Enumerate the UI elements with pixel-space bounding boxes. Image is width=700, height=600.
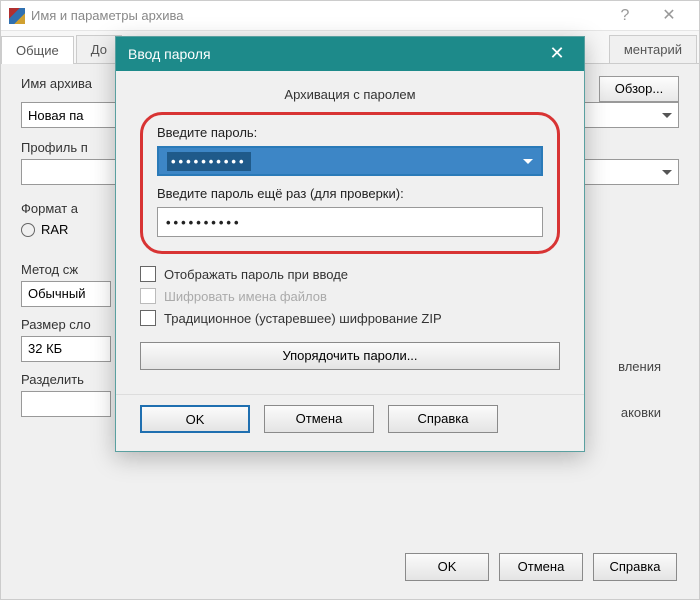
legacy-zip-label: Традиционное (устаревшее) шифрование ZIP [164,311,442,326]
modal-cancel-button[interactable]: Отмена [264,405,374,433]
modal-button-row: OK Отмена Справка [116,394,584,451]
browse-button[interactable]: Обзор... [599,76,679,102]
winrar-icon [9,8,25,24]
close-icon[interactable]: ✕ [647,2,691,30]
parent-window-title: Имя и параметры архива [31,8,603,23]
parent-ok-button[interactable]: OK [405,553,489,581]
password-highlight-ring: Введите пароль: •••••••••• Введите парол… [140,112,560,254]
parent-button-row: OK Отмена Справка [405,553,677,581]
format-label: Формат а [21,201,78,216]
parent-titlebar: Имя и параметры архива ? ✕ [1,1,699,31]
password-value: •••••••••• [167,152,251,171]
help-icon[interactable]: ? [603,2,647,30]
archive-name-value: Новая па [28,108,84,123]
close-icon[interactable]: ✕ [542,39,572,69]
password-dialog: Ввод пароля ✕ Архивация с паролем Введит… [115,36,585,452]
tab-general[interactable]: Общие [1,36,74,64]
radio-rar[interactable]: RAR [21,222,68,237]
enter-password-label: Введите пароль: [157,125,543,140]
checkbox-icon [140,288,156,304]
dict-value: 32 КБ [28,341,62,356]
chevron-down-icon [662,113,672,118]
modal-ok-button[interactable]: OK [140,405,250,433]
organize-passwords-button[interactable]: Упорядочить пароли... [140,342,560,370]
parent-help-button[interactable]: Справка [593,553,677,581]
split-input[interactable] [21,391,111,417]
encrypt-names-label: Шифровать имена файлов [164,289,327,304]
modal-titlebar: Ввод пароля ✕ [116,37,584,71]
modal-help-button[interactable]: Справка [388,405,498,433]
method-value: Обычный [28,286,85,301]
method-dropdown[interactable]: Обычный [21,281,111,307]
chevron-down-icon[interactable] [523,159,533,164]
radio-rar-label: RAR [41,222,68,237]
modal-title: Ввод пароля [128,46,542,62]
show-password-label: Отображать пароль при вводе [164,267,348,282]
chevron-down-icon [662,170,672,175]
confirm-password-label: Введите пароль ещё раз (для проверки): [157,186,543,201]
checkbox-icon [140,310,156,326]
parent-cancel-button[interactable]: Отмена [499,553,583,581]
show-password-checkbox[interactable]: Отображать пароль при вводе [140,266,560,282]
tab-comment[interactable]: ментарий [609,35,697,63]
update-label: вления [618,359,661,374]
legacy-zip-checkbox[interactable]: Традиционное (устаревшее) шифрование ZIP [140,310,560,326]
dict-dropdown[interactable]: 32 КБ [21,336,111,362]
radio-icon [21,223,35,237]
checkbox-icon [140,266,156,282]
packing-label: аковки [621,405,661,420]
password-input[interactable]: •••••••••• [157,146,543,176]
confirm-password-input[interactable]: •••••••••• [157,207,543,237]
modal-subtitle: Архивация с паролем [116,71,584,112]
confirm-password-value: •••••••••• [166,215,242,230]
encrypt-names-checkbox: Шифровать имена файлов [140,288,560,304]
